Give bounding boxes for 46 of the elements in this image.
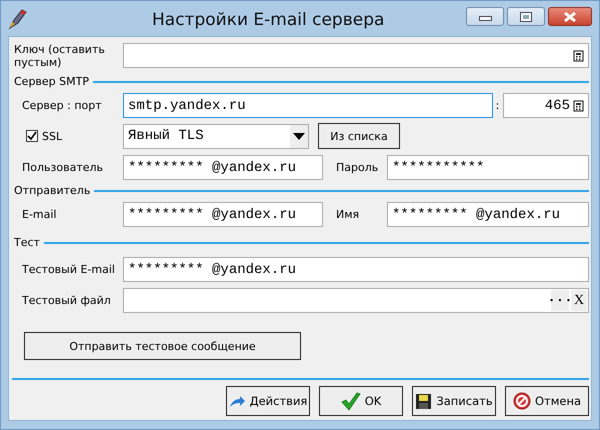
calculator-icon bbox=[573, 50, 584, 62]
minimize-button[interactable] bbox=[466, 7, 504, 26]
input-field[interactable]: ********* @yandex.ru bbox=[123, 257, 589, 282]
ssl-checkbox[interactable] bbox=[26, 130, 38, 142]
caret-icon bbox=[293, 132, 305, 140]
field-label: Пароль bbox=[335, 161, 380, 174]
field-label: Тестовый файл bbox=[21, 294, 112, 307]
field-label: Сервер : порт bbox=[21, 99, 103, 112]
from-list-button[interactable]: Из списка bbox=[318, 123, 400, 149]
cancel-button[interactable]: Отмена bbox=[505, 386, 589, 416]
input-field[interactable]: 465 bbox=[503, 93, 589, 118]
prohibited-icon bbox=[512, 392, 531, 410]
ok-button[interactable]: OK bbox=[319, 386, 403, 416]
section-title: Тест bbox=[14, 236, 40, 249]
dropdown[interactable]: Явный TLS bbox=[123, 124, 309, 148]
arrow-icon bbox=[228, 394, 246, 408]
checkmark-icon bbox=[340, 392, 361, 410]
field-label: Пользователь bbox=[21, 161, 104, 174]
input-field[interactable]: ********* @yandex.ru bbox=[123, 155, 324, 180]
input-field[interactable] bbox=[123, 43, 589, 68]
field-label: Ключ (оставить пустым) bbox=[13, 42, 106, 68]
checkbox-label: SSL bbox=[42, 130, 62, 142]
maximize-button[interactable] bbox=[507, 7, 545, 26]
input-field[interactable]: ********* @yandex.ru bbox=[123, 202, 324, 227]
clear-button[interactable]: X bbox=[571, 290, 587, 311]
pen-icon bbox=[8, 8, 28, 30]
calculator-icon bbox=[573, 100, 584, 112]
send-test-button[interactable]: Отправить тестовое сообщение bbox=[24, 332, 301, 360]
input-field[interactable]: ********* @yandex.ru bbox=[387, 202, 589, 227]
save-button[interactable]: Записать bbox=[412, 386, 496, 416]
input-field[interactable]: *********** bbox=[387, 155, 589, 180]
actions-button[interactable]: Действия bbox=[226, 386, 310, 416]
input-field[interactable]: ···X bbox=[123, 288, 589, 313]
close-button[interactable] bbox=[548, 7, 592, 26]
field-label: Имя bbox=[335, 208, 360, 221]
browse-button[interactable]: ··· bbox=[551, 290, 569, 311]
section-title: Сервер SMTP bbox=[14, 75, 89, 88]
maximize-icon bbox=[520, 12, 532, 22]
window-title: Настройки E-mail сервера bbox=[152, 10, 384, 30]
close-icon bbox=[563, 10, 577, 22]
input-field[interactable]: smtp.yandex.ru bbox=[123, 93, 492, 118]
section-title: Отправитель bbox=[14, 184, 90, 197]
port-separator: : bbox=[494, 99, 500, 112]
field-label: Тестовый E-mail bbox=[21, 263, 116, 276]
checkmark-icon bbox=[27, 131, 37, 141]
field-label: E-mail bbox=[21, 208, 58, 221]
